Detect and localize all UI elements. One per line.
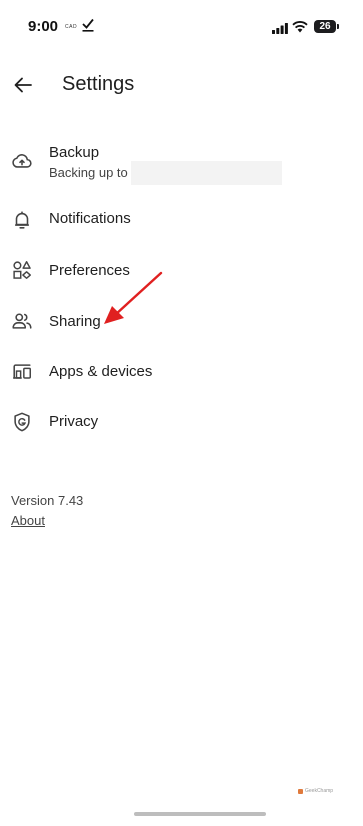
check-icon [82, 18, 94, 37]
status-time: 9:00 [28, 18, 59, 35]
menu-label-backup: Backup [49, 144, 100, 161]
watermark-text: GeekChamp [305, 788, 334, 794]
menu-sub-backup: Backing up to [49, 165, 128, 180]
menu-item-sharing[interactable]: Sharing [0, 308, 363, 338]
menu-item-preferences[interactable]: Preferences [0, 258, 363, 288]
wifi-icon [292, 20, 308, 38]
people-icon [11, 310, 33, 332]
menu-label-privacy: Privacy [49, 413, 99, 430]
annotation-arrow [100, 268, 168, 333]
menu-label-notifications: Notifications [49, 210, 131, 227]
about-link[interactable]: About [11, 513, 45, 528]
battery-icon: 26 [314, 20, 336, 33]
bell-icon [11, 209, 33, 231]
home-indicator[interactable] [134, 812, 266, 816]
menu-label-sharing: Sharing [49, 313, 101, 330]
devices-icon [11, 361, 33, 383]
watermark: GeekChamp [298, 788, 333, 794]
app-bar: Settings [0, 60, 363, 110]
cloud-upload-icon [11, 150, 33, 172]
page-title: Settings [62, 73, 135, 95]
version-text: Version 7.43 [11, 493, 84, 508]
shield-g-icon [11, 411, 33, 433]
back-button[interactable] [8, 72, 38, 102]
menu-item-backup[interactable]: Backup Backing up to [0, 142, 363, 200]
battery-tip [337, 24, 339, 29]
redacted-account [131, 161, 282, 185]
shapes-icon [11, 259, 33, 281]
menu-item-notifications[interactable]: Notifications [0, 207, 363, 237]
status-small-text: CAD [65, 24, 78, 30]
arrow-left-icon [14, 77, 32, 98]
menu-item-privacy[interactable]: Privacy [0, 408, 363, 438]
status-bar: 9:00 CAD 26 [0, 0, 363, 54]
menu-label-apps-devices: Apps & devices [49, 363, 153, 380]
watermark-logo-icon [298, 788, 303, 794]
signal-icon [272, 21, 288, 39]
menu-item-apps-devices[interactable]: Apps & devices [0, 358, 363, 388]
